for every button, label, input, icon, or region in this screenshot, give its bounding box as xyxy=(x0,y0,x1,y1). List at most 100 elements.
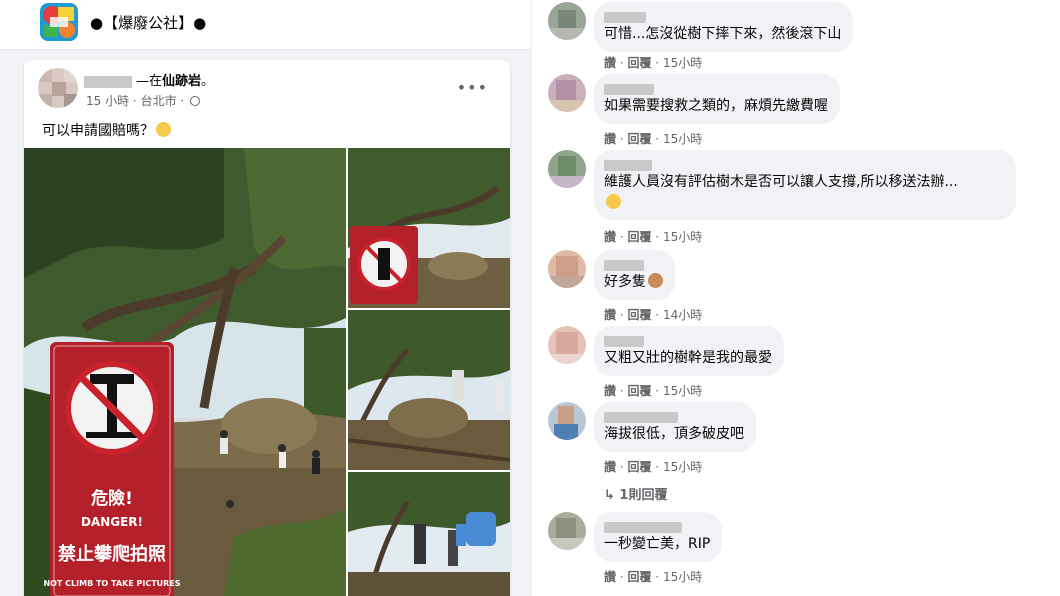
commenter-avatar[interactable] xyxy=(548,250,586,288)
dot-separator: · xyxy=(651,230,663,244)
dot-separator: · xyxy=(651,460,663,474)
post-location[interactable]: 台北市 xyxy=(141,94,177,108)
comment-text: 又粗又壯的樹幹是我的最愛 xyxy=(604,350,772,366)
commenter-name[interactable] xyxy=(604,408,744,423)
photo-small-2[interactable] xyxy=(348,310,510,470)
comment-time[interactable]: 15小時 xyxy=(663,460,702,474)
comment-actions: 讚 · 回覆 · 15小時 xyxy=(604,228,702,245)
sign-line3: 禁止攀爬拍照 xyxy=(58,543,166,565)
dot-separator: · xyxy=(651,384,663,398)
comment-text: 海拔很低，頂多破皮吧 xyxy=(604,426,744,442)
post-card: —在仙跡岩。 15 小時 · 台北市 · ••• 可以申請國賠嗎？ 危險! DA… xyxy=(24,60,510,596)
dot-separator: · xyxy=(651,308,663,322)
group-header: ●【爆廢公社】● xyxy=(0,0,530,50)
like-link[interactable]: 讚 xyxy=(604,230,616,244)
sign-line4: NOT CLIMB TO TAKE PICTURES xyxy=(43,579,180,588)
author-suffix: —在 xyxy=(136,74,163,89)
post-meta: 15 小時 · 台北市 · xyxy=(86,92,201,109)
author-avatar[interactable] xyxy=(38,68,78,108)
comment-time[interactable]: 15小時 xyxy=(663,570,702,584)
author-name[interactable] xyxy=(84,75,132,88)
like-link[interactable]: 讚 xyxy=(604,56,616,70)
comment-bubble: 可惜...怎沒從樹下摔下來，然後滾下山 xyxy=(594,2,854,52)
like-link[interactable]: 讚 xyxy=(604,132,616,146)
comment-actions: 讚 · 回覆 · 14小時 xyxy=(604,306,702,323)
place-suffix: 。 xyxy=(201,74,215,89)
dot-separator: · xyxy=(651,56,663,70)
comment-actions: 讚 · 回覆 · 15小時 xyxy=(604,382,702,399)
meta-separator: · xyxy=(132,94,137,108)
group-logo[interactable] xyxy=(40,3,78,41)
laughing-emoji-icon xyxy=(156,122,171,137)
reply-link[interactable]: 回覆 xyxy=(627,308,651,322)
more-options-icon[interactable]: ••• xyxy=(457,78,488,97)
commenter-avatar[interactable] xyxy=(548,326,586,364)
comment-bubble: 好多隻 xyxy=(594,250,675,300)
laughing-emoji-icon xyxy=(606,194,621,209)
comment-time[interactable]: 15小時 xyxy=(663,56,702,70)
like-link[interactable]: 讚 xyxy=(604,308,616,322)
comment-text: 維護人員沒有評估樹木是否可以讓人支撐,所以移送法辦... xyxy=(604,174,958,190)
muscle-emoji-icon xyxy=(648,273,663,288)
comment-bubble: 如果需要搜救之類的，麻煩先繳費喔 xyxy=(594,74,840,124)
comment-text: 可惜...怎沒從樹下摔下來，然後滾下山 xyxy=(604,26,842,42)
reply-link[interactable]: 回覆 xyxy=(627,56,651,70)
dot-separator: · xyxy=(616,230,628,244)
reply-link[interactable]: 回覆 xyxy=(627,132,651,146)
post-panel: ●【爆廢公社】● —在仙跡岩。 15 小時 · 台北市 · ••• 可以申請國賠… xyxy=(0,0,530,596)
comment-bubble: 一秒變亡美，RIP xyxy=(594,512,723,562)
commenter-name[interactable] xyxy=(604,8,841,23)
meta-separator-2: · xyxy=(180,94,185,108)
photo-small-3[interactable] xyxy=(348,472,510,596)
photo-main[interactable]: 危險! DANGER! 禁止攀爬拍照 NOT CLIMB TO TAKE PIC… xyxy=(24,148,346,596)
comment-bubble: 維護人員沒有評估樹木是否可以讓人支撐,所以移送法辦... xyxy=(594,150,1016,220)
view-replies-link[interactable]: ↳ 1則回覆 xyxy=(604,484,667,503)
like-link[interactable]: 讚 xyxy=(604,384,616,398)
photo-small-1[interactable] xyxy=(348,148,510,308)
like-link[interactable]: 讚 xyxy=(604,460,616,474)
commenter-avatar[interactable] xyxy=(548,402,586,440)
comment-actions: 讚 · 回覆 · 15小時 xyxy=(604,458,702,475)
reply-link[interactable]: 回覆 xyxy=(627,570,651,584)
commenter-avatar[interactable] xyxy=(548,150,586,188)
commenter-name[interactable] xyxy=(604,80,828,95)
comment-bubble: 海拔很低，頂多破皮吧 xyxy=(594,402,756,452)
commenter-name[interactable] xyxy=(604,518,710,533)
commenter-name[interactable] xyxy=(604,332,772,347)
commenter-name[interactable] xyxy=(604,256,663,271)
sign-line1: 危險! xyxy=(90,488,133,509)
commenter-name[interactable] xyxy=(604,156,1004,171)
thumbs-up-icon xyxy=(466,512,496,546)
comment-time[interactable]: 15小時 xyxy=(663,384,702,398)
dot-separator: · xyxy=(616,384,628,398)
comment-text: 如果需要搜救之類的，麻煩先繳費喔 xyxy=(604,98,828,114)
author-line: —在仙跡岩。 xyxy=(84,70,214,89)
comment-time[interactable]: 15小時 xyxy=(663,230,702,244)
sign-line2: DANGER! xyxy=(81,515,143,529)
globe-icon xyxy=(190,96,201,106)
dot-separator: · xyxy=(651,132,663,146)
dot-separator: · xyxy=(616,570,628,584)
comment-time[interactable]: 14小時 xyxy=(663,308,702,322)
comment-text: 一秒變亡美，RIP xyxy=(604,536,711,552)
dot-separator: · xyxy=(651,570,663,584)
post-body: 可以申請國賠嗎？ xyxy=(42,123,154,139)
dot-separator: · xyxy=(616,460,628,474)
group-name[interactable]: ●【爆廢公社】● xyxy=(90,12,206,33)
place-link[interactable]: 仙跡岩 xyxy=(162,74,201,89)
comment-actions: 讚 · 回覆 · 15小時 xyxy=(604,130,702,147)
comment-time[interactable]: 15小時 xyxy=(663,132,702,146)
commenter-avatar[interactable] xyxy=(548,2,586,40)
like-link[interactable]: 讚 xyxy=(604,570,616,584)
comment-body: 好多隻 xyxy=(604,274,646,290)
reply-link[interactable]: 回覆 xyxy=(627,384,651,398)
comment-actions: 讚 · 回覆 · 15小時 xyxy=(604,568,702,585)
commenter-avatar[interactable] xyxy=(548,512,586,550)
post-time[interactable]: 15 小時 xyxy=(86,94,129,108)
reply-link[interactable]: 回覆 xyxy=(627,230,651,244)
dot-separator: · xyxy=(616,308,628,322)
comment-bubble: 又粗又壯的樹幹是我的最愛 xyxy=(594,326,784,376)
reply-link[interactable]: 回覆 xyxy=(627,460,651,474)
commenter-avatar[interactable] xyxy=(548,74,586,112)
dot-separator: · xyxy=(616,56,628,70)
